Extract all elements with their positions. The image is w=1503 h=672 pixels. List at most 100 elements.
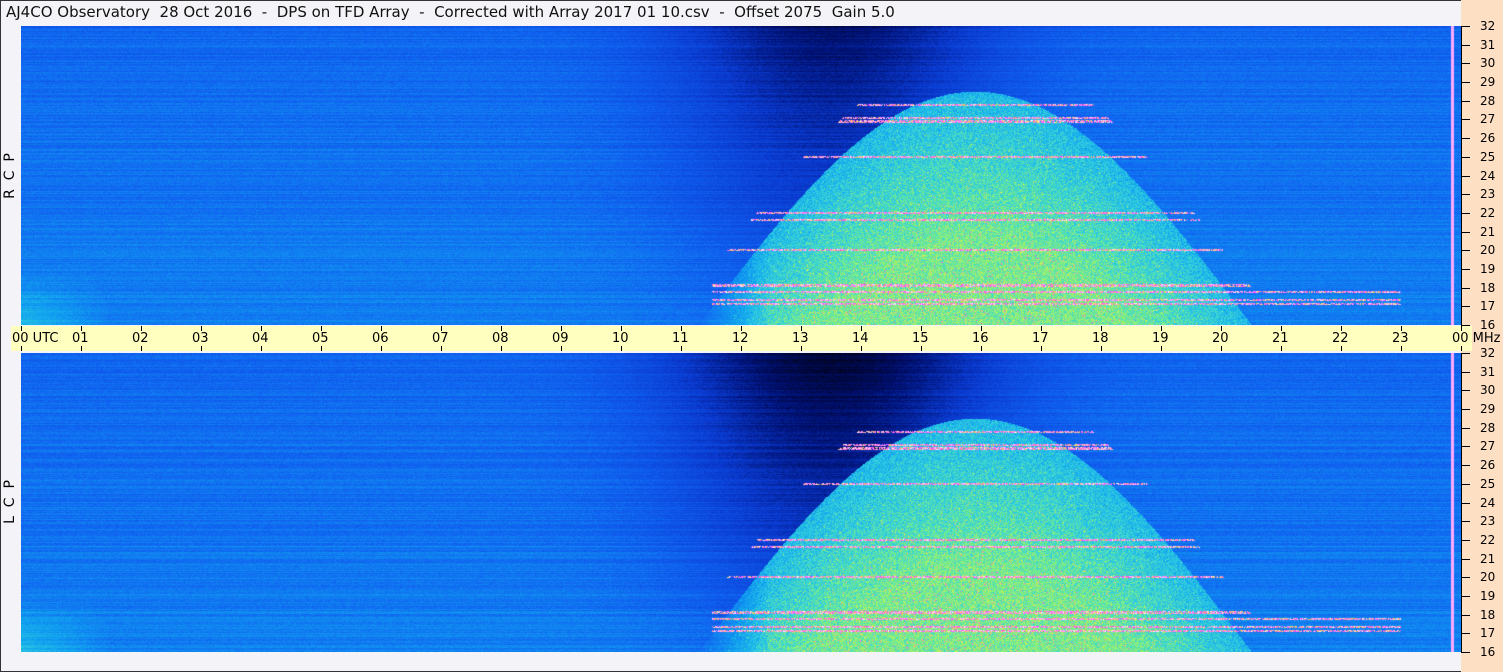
rcp-frequency-tick-label: 30 (1480, 56, 1496, 70)
time-tick-label: 11 (672, 331, 689, 346)
time-tick-label: 19 (1152, 331, 1169, 346)
lcp-frequency-tick-label: 28 (1480, 421, 1496, 435)
rcp-frequency-tick-label: 27 (1480, 112, 1496, 126)
lcp-frequency-tick-label: 24 (1480, 496, 1496, 510)
time-tick (1221, 346, 1222, 351)
rcp-frequency-tick (1461, 269, 1470, 270)
time-tick (1461, 346, 1462, 351)
lcp-frequency-tick-label: 32 (1480, 346, 1496, 360)
lcp-frequency-tick (1461, 540, 1470, 541)
time-tick (81, 346, 82, 351)
rcp-frequency-tick-label: 17 (1480, 299, 1496, 313)
lcp-frequency-tick-label: 29 (1480, 402, 1496, 416)
lcp-frequency-tick-label: 30 (1480, 383, 1496, 397)
rcp-frequency-tick-label: 28 (1480, 94, 1496, 108)
time-tick-label: 21 (1272, 331, 1289, 346)
lcp-frequency-tick-label: 17 (1480, 626, 1496, 640)
time-tick (561, 346, 562, 351)
lcp-frequency-tick (1461, 521, 1470, 522)
rcp-frequency-tick (1461, 194, 1470, 195)
lcp-frequency-tick (1461, 652, 1470, 653)
time-tick (1401, 346, 1402, 351)
rcp-spectrogram (21, 26, 1461, 325)
lcp-frequency-tick-label: 19 (1480, 589, 1496, 603)
time-tick (801, 346, 802, 351)
time-tick-label: 09 (552, 331, 569, 346)
rcp-frequency-tick (1461, 26, 1470, 27)
time-tick (1281, 346, 1282, 351)
time-tick (321, 346, 322, 351)
rcp-frequency-tick-label: 22 (1480, 206, 1496, 220)
time-tick-label: 23 (1392, 331, 1409, 346)
time-tick-label: 15 (912, 331, 929, 346)
lcp-frequency-tick-label: 23 (1480, 514, 1496, 528)
lcp-frequency-tick (1461, 559, 1470, 560)
rcp-frequency-tick-label: 23 (1480, 187, 1496, 201)
time-tick-label: 14 (852, 331, 869, 346)
time-tick (1041, 346, 1042, 351)
lcp-frequency-tick-label: 26 (1480, 458, 1496, 472)
rcp-frequency-tick-label: 32 (1480, 19, 1496, 33)
lcp-frequency-tick (1461, 633, 1470, 634)
time-tick (381, 346, 382, 351)
lcp-frequency-tick (1461, 353, 1470, 354)
time-tick (741, 346, 742, 351)
rcp-frequency-tick (1461, 63, 1470, 64)
lcp-frequency-tick-label: 16 (1480, 645, 1496, 659)
lcp-frequency-tick-label: 20 (1480, 570, 1496, 584)
time-tick-label: 22 (1332, 331, 1349, 346)
rcp-frequency-tick (1461, 82, 1470, 83)
rcp-frequency-tick (1461, 250, 1470, 251)
time-tick (981, 346, 982, 351)
time-tick (621, 346, 622, 351)
lcp-frequency-tick-label: 25 (1480, 477, 1496, 491)
lcp-frequency-tick-label: 27 (1480, 439, 1496, 453)
time-tick-label: 01 (72, 331, 89, 346)
rcp-frequency-tick (1461, 101, 1470, 102)
chart-title: AJ4CO Observatory 28 Oct 2016 - DPS on T… (6, 3, 895, 21)
rcp-frequency-tick (1461, 306, 1470, 307)
time-tick-label: 10 (612, 331, 629, 346)
rcp-frequency-tick-label: 24 (1480, 169, 1496, 183)
time-tick (441, 346, 442, 351)
rcp-frequency-tick (1461, 213, 1470, 214)
rcp-frequency-tick-label: 18 (1480, 281, 1496, 295)
time-tick-label: 13 (792, 331, 809, 346)
lcp-frequency-tick (1461, 465, 1470, 466)
time-tick-label: 12 (732, 331, 749, 346)
time-tick (201, 346, 202, 351)
lcp-frequency-tick (1461, 409, 1470, 410)
time-tick-label: 18 (1092, 331, 1109, 346)
rcp-frequency-tick-label: 21 (1480, 225, 1496, 239)
time-tick (261, 346, 262, 351)
rcp-frequency-tick (1461, 119, 1470, 120)
time-tick-label: 04 (252, 331, 269, 346)
lcp-frequency-tick-label: 21 (1480, 552, 1496, 566)
time-tick-label: 06 (372, 331, 389, 346)
time-tick-label: 17 (1032, 331, 1049, 346)
rcp-frequency-tick (1461, 157, 1470, 158)
rcp-frequency-tick (1461, 176, 1470, 177)
time-tick (501, 346, 502, 351)
rcp-frequency-tick (1461, 288, 1470, 289)
rcp-frequency-tick-label: 26 (1480, 131, 1496, 145)
time-tick-label: 16 (972, 331, 989, 346)
rcp-frequency-tick-label: 25 (1480, 150, 1496, 164)
rcp-frequency-tick (1461, 45, 1470, 46)
time-tick-label: 08 (492, 331, 509, 346)
time-tick (1101, 346, 1102, 351)
rcp-frequency-tick-label: 29 (1480, 75, 1496, 89)
time-tick-label: 00 UTC (12, 331, 59, 346)
rcp-frequency-tick (1461, 138, 1470, 139)
time-tick-label: 00 MHz (1452, 331, 1501, 346)
rcp-frequency-tick-label: 20 (1480, 243, 1496, 257)
time-tick (921, 346, 922, 351)
lcp-panel-label: L C P (2, 480, 18, 524)
lcp-frequency-tick (1461, 428, 1470, 429)
lcp-frequency-tick-label: 31 (1480, 365, 1496, 379)
time-tick-label: 02 (132, 331, 149, 346)
rcp-frequency-tick (1461, 325, 1470, 326)
rcp-frequency-tick-label: 19 (1480, 262, 1496, 276)
rcp-frequency-tick-label: 16 (1480, 318, 1496, 332)
time-tick (21, 346, 22, 351)
